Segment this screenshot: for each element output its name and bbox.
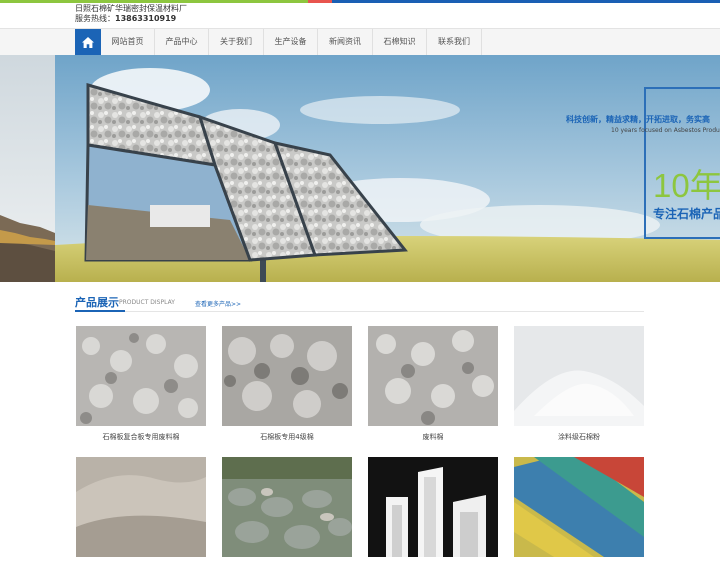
nav-item-products[interactable]: 产品中心: [155, 29, 209, 55]
product-image-fibre-grade4: [222, 326, 352, 426]
section-title: 产品展示: [75, 296, 119, 309]
product-caption[interactable]: 石棉板复合板专用废料棉: [76, 432, 206, 442]
product-image[interactable]: [222, 457, 352, 557]
product-card[interactable]: [514, 457, 644, 563]
product-image[interactable]: [222, 326, 352, 426]
product-card[interactable]: [222, 457, 352, 563]
section-title-en: PRODUCT DISPLAY: [119, 299, 175, 306]
product-caption[interactable]: 涂料级石棉粉: [514, 432, 644, 442]
product-image-sand: [76, 457, 206, 557]
section-divider-accent: [75, 310, 125, 312]
hero-banner[interactable]: 科技创新，精益求精，开拓进取，务实高 10 years focused on A…: [0, 55, 720, 282]
banner-slogan: 科技创新，精益求精，开拓进取，务实高: [566, 115, 710, 124]
product-card[interactable]: [368, 457, 498, 563]
hotline-number: 13863310919: [115, 14, 177, 23]
strip-red: [308, 0, 332, 3]
product-card[interactable]: 石棉板复合板专用废料棉: [76, 326, 206, 442]
product-image-waste-fibre: [368, 326, 498, 426]
product-card[interactable]: 废料棉: [368, 326, 498, 442]
product-image-sheets: [514, 457, 644, 557]
product-card[interactable]: 石棉板专用4级棉: [222, 326, 352, 442]
product-image[interactable]: [76, 457, 206, 557]
more-products-link[interactable]: 查看更多产品>>: [195, 299, 241, 308]
banner-artwork: [0, 55, 720, 282]
banner-focus-text: 专注石棉产品: [653, 207, 720, 221]
nav-item-home[interactable]: 网站首页: [101, 29, 155, 55]
nav-item-equipment[interactable]: 生产设备: [264, 29, 318, 55]
strip-blue: [332, 0, 720, 3]
product-image-powder: [514, 326, 644, 426]
product-card[interactable]: 涂料级石棉粉: [514, 326, 644, 442]
nav-item-news[interactable]: 新闻资讯: [318, 29, 373, 55]
product-image-insulation-shapes: [368, 457, 498, 557]
hotline-label: 服务热线：: [75, 14, 115, 23]
main-nav: 网站首页 产品中心 关于我们 生产设备 新闻资讯 石棉知识 联系我们: [0, 28, 720, 56]
nav-item-contact[interactable]: 联系我们: [427, 29, 482, 55]
section-divider: [75, 311, 644, 312]
hotline: 服务热线：13863310919: [75, 13, 176, 24]
product-image[interactable]: [514, 326, 644, 426]
product-image[interactable]: [514, 457, 644, 557]
banner-slogan-en: 10 years focused on Asbestos Produ: [611, 127, 720, 134]
nav-home-button[interactable]: [75, 29, 101, 55]
home-icon: [82, 36, 94, 48]
product-caption[interactable]: 废料棉: [368, 432, 498, 442]
nav-item-knowledge[interactable]: 石棉知识: [373, 29, 427, 55]
product-image[interactable]: [368, 457, 498, 557]
product-image-ore: [222, 457, 352, 557]
nav-item-about[interactable]: 关于我们: [209, 29, 264, 55]
product-image[interactable]: [368, 326, 498, 426]
banner-big-number: 10年: [653, 167, 720, 204]
product-image[interactable]: [76, 326, 206, 426]
product-image-fibre-gray: [76, 326, 206, 426]
product-caption[interactable]: 石棉板专用4级棉: [222, 432, 352, 442]
product-card[interactable]: [76, 457, 206, 563]
